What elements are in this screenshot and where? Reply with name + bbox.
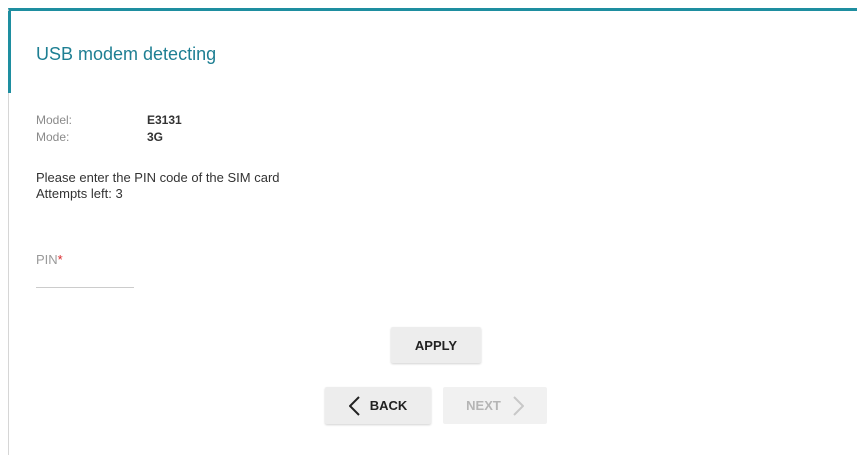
page-title: USB modem detecting [36, 44, 217, 64]
model-value: E3131 [147, 113, 182, 127]
apply-button-label: APPLY [414, 337, 458, 353]
back-button[interactable]: BACK [325, 387, 431, 424]
next-button[interactable]: NEXT [443, 387, 547, 424]
apply-button[interactable]: APPLY [391, 327, 481, 363]
wizard-panel: USB modem detecting Model: E3131 Mode: 3… [8, 8, 857, 455]
pin-input[interactable] [36, 269, 134, 288]
pin-field-label: PIN* [36, 252, 63, 267]
mode-value: 3G [147, 130, 164, 144]
mode-label: Mode: [36, 130, 70, 144]
pin-label-text: PIN [36, 252, 58, 267]
chevron-left-icon [348, 395, 360, 416]
next-button-label: NEXT [466, 398, 501, 413]
required-mark: * [57, 252, 63, 267]
attempts-left: Attempts left: 3 [36, 186, 123, 201]
chevron-right-icon [513, 395, 524, 416]
model-label: Model: [36, 113, 73, 127]
back-button-label: BACK [369, 398, 408, 413]
pin-instruction: Please enter the PIN code of the SIM car… [36, 170, 280, 185]
accent-bar [8, 11, 11, 93]
